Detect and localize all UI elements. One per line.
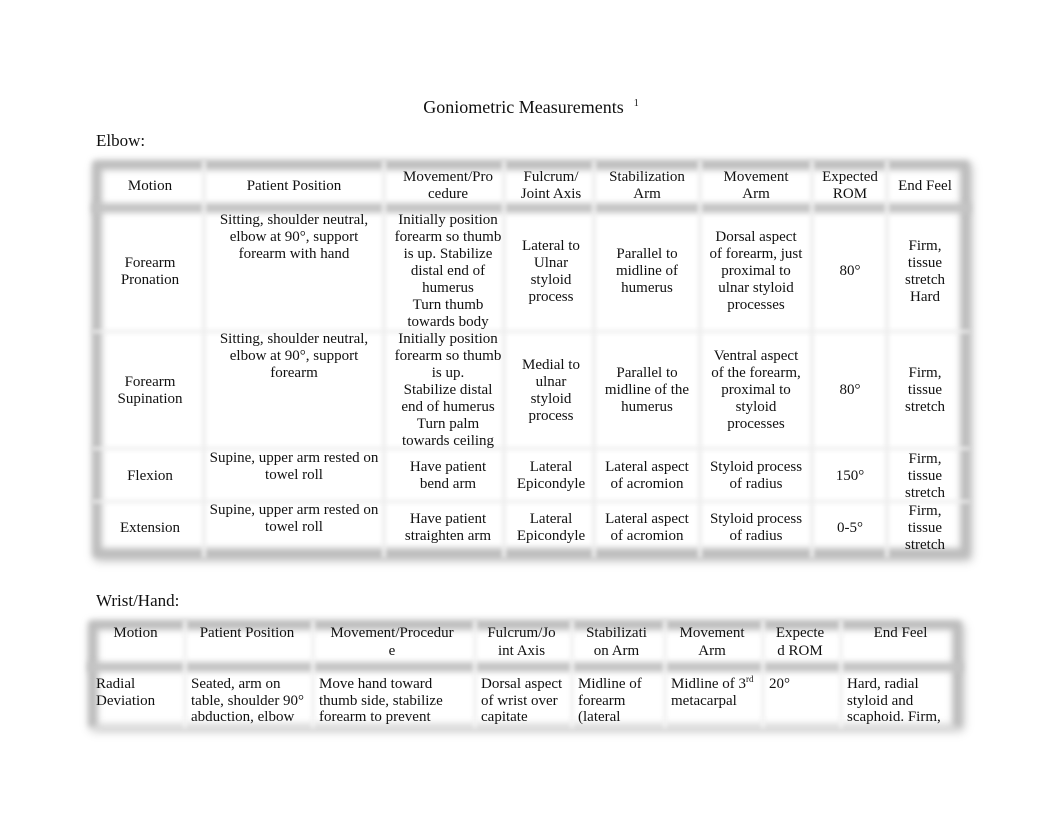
wrist-hand-section-label: Wrist/Hand:	[96, 591, 180, 610]
cell-movement-procedure: Have patient bend arm	[409, 459, 487, 492]
table-row: Extension Supine, upper arm rested on to…	[100, 502, 962, 554]
document-title: Goniometric Measurements 1	[0, 96, 1062, 118]
footnote-marker: 1	[633, 98, 639, 109]
header-row: Motion Patient Position Movement/Pro ced…	[100, 160, 962, 212]
cell-expected-rom: 150°	[835, 467, 865, 484]
movement-arm-suffix: metacarpal	[671, 692, 737, 709]
cell-end-feel: Firm, tissue stretch	[905, 502, 945, 553]
elbow-section-label: Elbow:	[96, 131, 146, 150]
elbow-table-grid: Motion Patient Position Movement/Pro ced…	[100, 160, 962, 554]
cell-end-feel: Firm, tissue stretch	[905, 365, 945, 415]
cell-stabilization-arm: Lateral aspect of acromion	[605, 459, 689, 492]
header-row: Motion Patient Position Movement/Procedu…	[88, 620, 962, 670]
ordinal-superscript: rd	[746, 674, 754, 684]
cell-movement-arm: Styloid process of radius	[709, 459, 803, 492]
movement-arm-prefix: Midline of 3	[671, 676, 746, 692]
cell-movement-arm: Ventral aspect of the forearm, proximal …	[711, 348, 801, 432]
cell-movement-arm: Midline of 3rd metacarpal	[663, 670, 761, 726]
header-movement-procedure: Movement/Pro cedure	[403, 169, 493, 202]
cell-fulcrum: Medial to ulnar styloid process	[522, 356, 580, 424]
table-row: Radial Deviation Seated, arm on table, s…	[88, 670, 962, 726]
header-stabilization-arm: Stabilization Arm	[609, 169, 685, 202]
cell-fulcrum: Lateral Epicondyle	[516, 459, 586, 492]
cell-movement-procedure: Initially position forearm so thumb is u…	[394, 331, 502, 449]
cell-patient-position: Supine, upper arm rested on towel roll	[209, 450, 379, 483]
cell-end-feel: Firm, tissue stretch	[905, 450, 945, 501]
cell-patient-position: Seated, arm on table, shoulder 90° abduc…	[191, 676, 305, 725]
cell-movement-arm: Styloid process of radius	[709, 511, 803, 544]
table-row: Flexion Supine, upper arm rested on towe…	[100, 450, 962, 502]
cell-patient-position: Sitting, shoulder neutral, elbow at 90°,…	[219, 331, 369, 381]
cell-patient-position: Sitting, shoulder neutral, elbow at 90°,…	[219, 212, 369, 262]
cell-stabilization-arm: Midline of forearm (lateral	[578, 676, 642, 725]
cell-end-feel: Firm, tissue stretch Hard	[905, 237, 945, 305]
cell-movement-procedure: Initially position forearm so thumb is u…	[394, 212, 502, 330]
header-end-feel: End Feel	[898, 177, 952, 194]
cell-stabilization-arm: Lateral aspect of acromion	[605, 511, 689, 544]
cell-stabilization-arm: Parallel to midline of the humerus	[604, 365, 690, 415]
cell-fulcrum: Lateral Epicondyle	[516, 511, 586, 544]
header-motion: Motion	[127, 177, 173, 194]
header-expected-rom: Expected ROM	[822, 169, 878, 202]
header-movement-arm: Movement Arm	[679, 625, 745, 659]
cell-movement-procedure: Move hand toward thumb side, stabilize f…	[319, 676, 443, 725]
cell-end-feel: Hard, radial styloid and scaphoid. Firm,	[847, 676, 941, 725]
cell-expected-rom: 80°	[839, 382, 861, 398]
header-fulcrum: Fulcrum/Jo int Axis	[487, 625, 556, 659]
header-movement-arm: Movement Arm	[723, 169, 789, 202]
cell-motion: Flexion	[127, 467, 173, 484]
cell-motion: Forearm Pronation	[120, 254, 180, 288]
cell-expected-rom: 20°	[769, 676, 790, 692]
wrist-hand-table-grid: Motion Patient Position Movement/Procedu…	[88, 620, 962, 726]
table-row: Forearm Pronation Sitting, shoulder neut…	[100, 212, 962, 331]
header-movement-procedure: Movement/Procedur e	[330, 625, 454, 659]
title-text: Goniometric Measurements	[423, 97, 624, 117]
cell-movement-procedure: Have patient straighten arm	[404, 511, 492, 544]
header-stabilization-arm: Stabilizati on Arm	[586, 625, 647, 659]
header-motion: Motion	[113, 625, 158, 641]
header-patient-position: Patient Position	[246, 177, 342, 194]
cell-motion: Radial Deviation	[96, 676, 156, 709]
header-fulcrum: Fulcrum/ Joint Axis	[520, 169, 582, 202]
cell-motion: Extension	[120, 519, 180, 536]
wrist-hand-table: Motion Patient Position Movement/Procedu…	[88, 620, 962, 728]
cell-motion: Forearm Supination	[117, 373, 183, 407]
cell-fulcrum: Dorsal aspect of wrist over capitate	[481, 676, 563, 725]
header-expected-rom: Expecte d ROM	[775, 625, 825, 659]
cell-movement-arm: Dorsal aspect of forearm, just proximal …	[709, 229, 803, 313]
cell-fulcrum: Lateral to Ulnar styloid process	[522, 237, 580, 305]
cell-expected-rom: 0-5°	[837, 519, 863, 536]
cell-patient-position: Supine, upper arm rested on towel roll	[209, 502, 379, 535]
header-end-feel: End Feel	[873, 625, 928, 641]
header-patient-position: Patient Position	[199, 625, 295, 641]
cell-stabilization-arm: Parallel to midline of humerus	[615, 246, 679, 296]
elbow-table: Motion Patient Position Movement/Pro ced…	[92, 160, 970, 558]
cell-expected-rom: 80°	[839, 263, 861, 279]
table-row: Forearm Supination Sitting, shoulder neu…	[100, 331, 962, 450]
